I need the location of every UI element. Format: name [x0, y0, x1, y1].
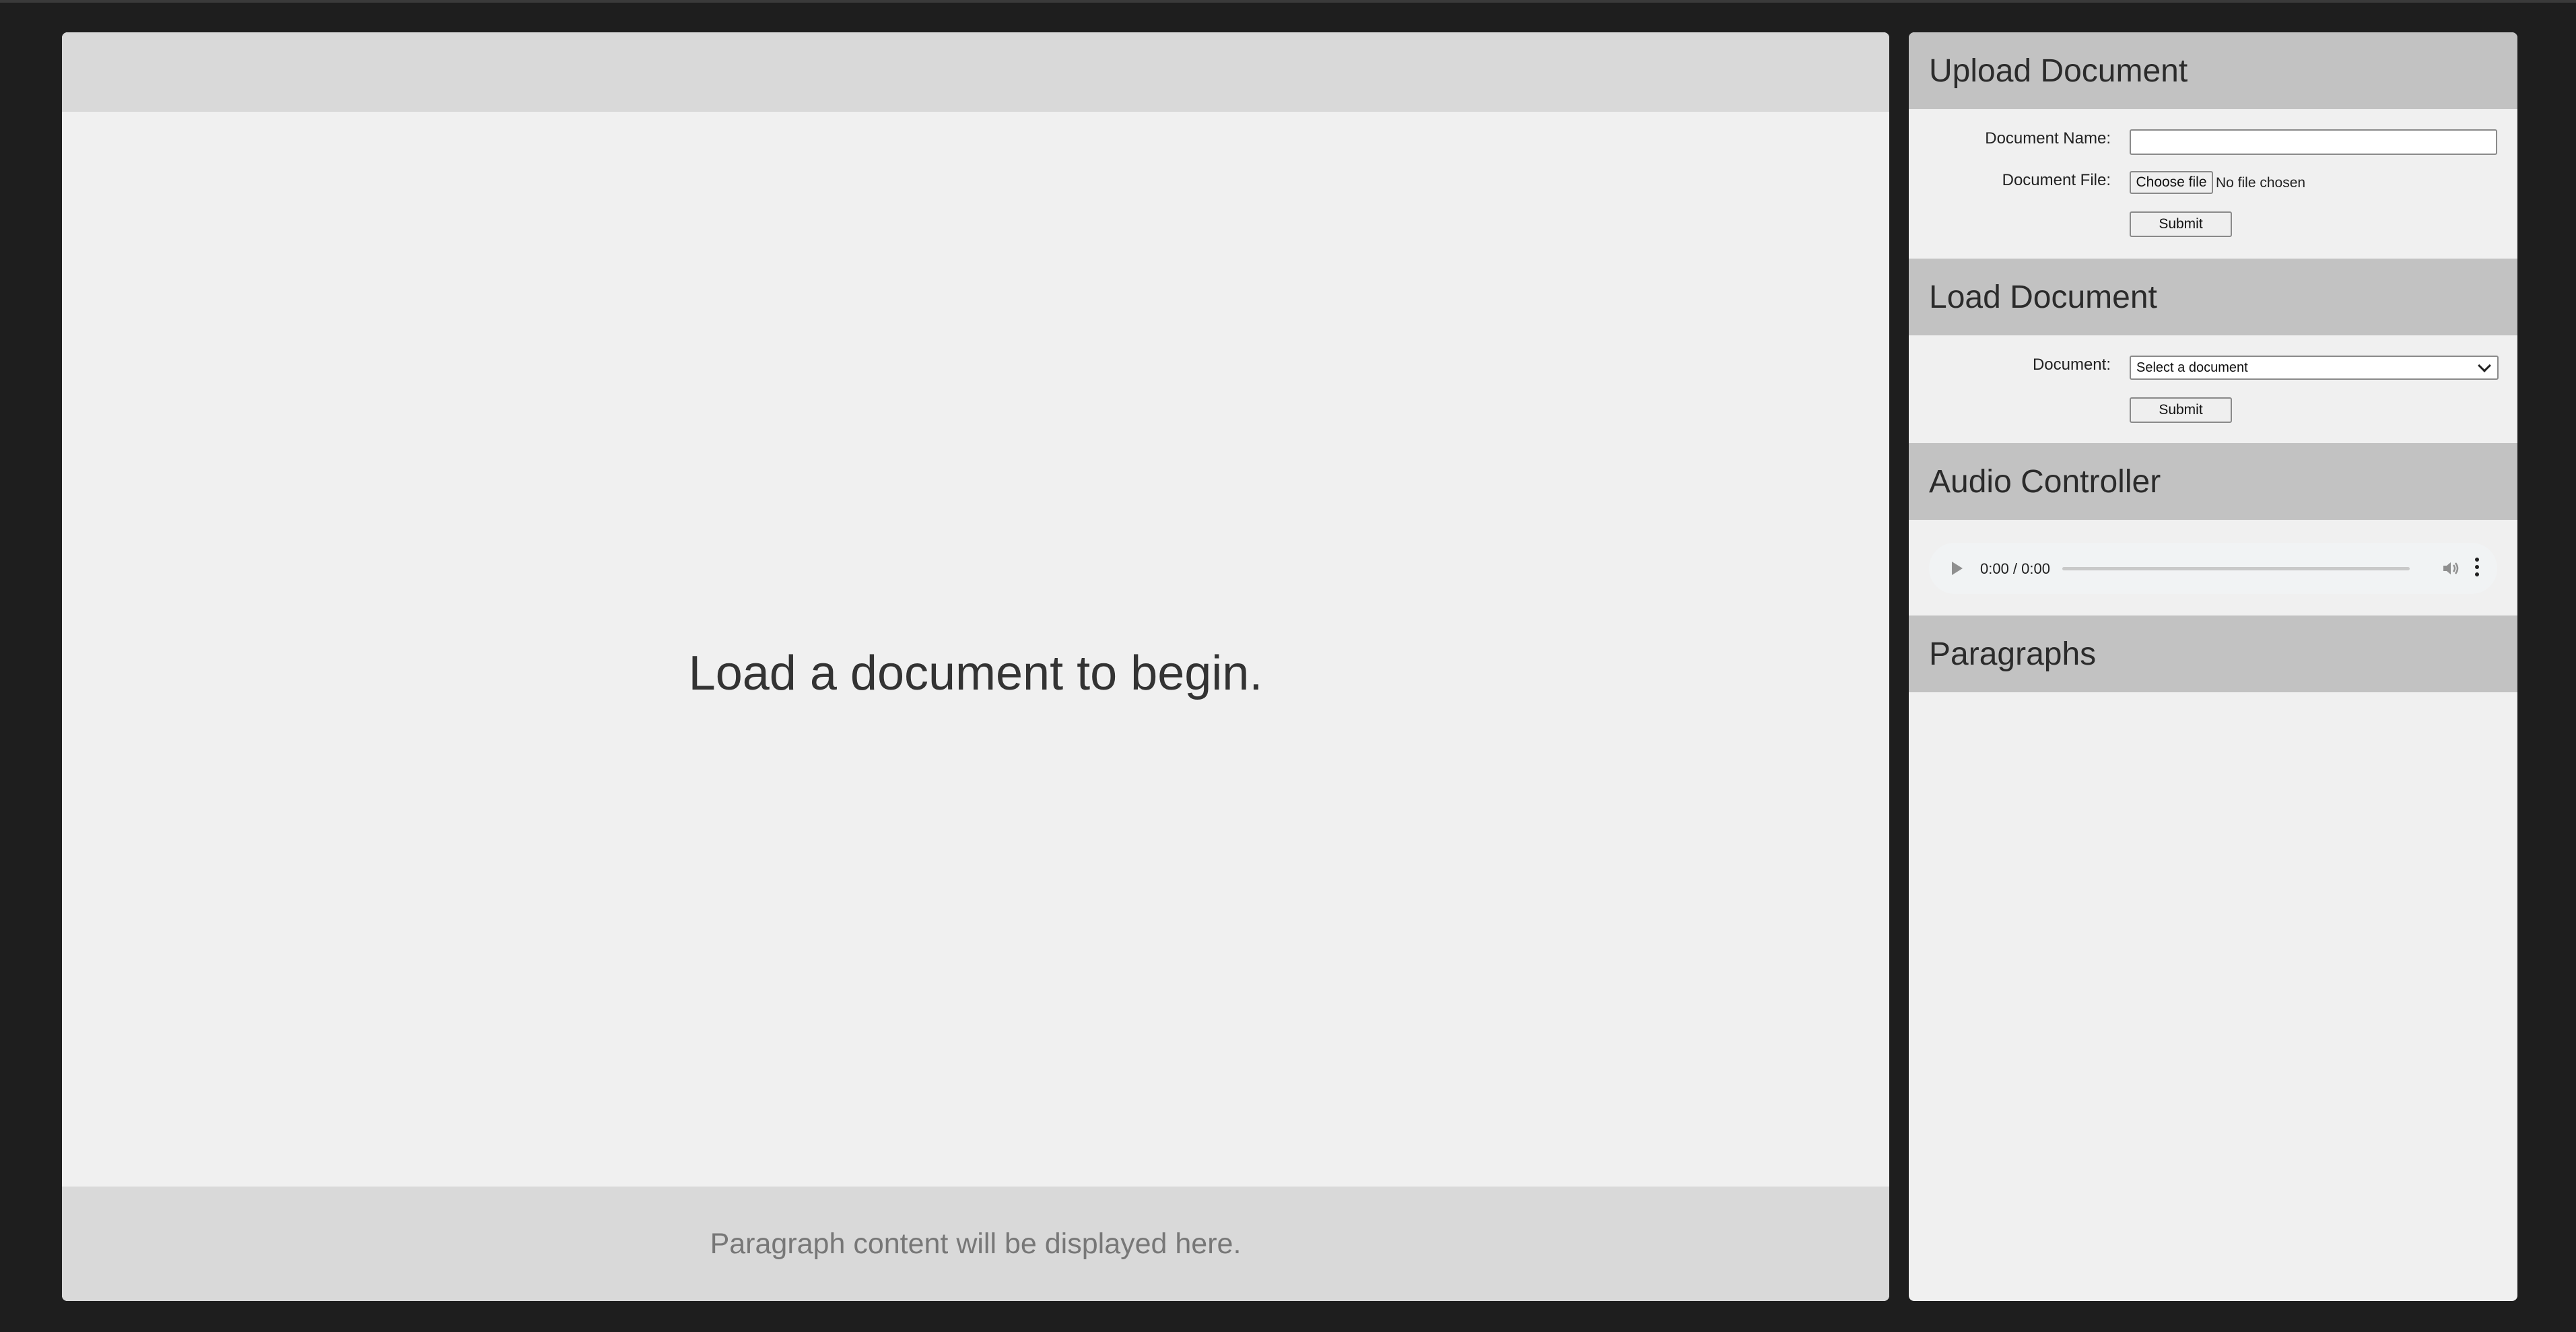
load-section-title: Load Document — [1929, 279, 2157, 315]
sidebar: Upload Document Document Name: Document … — [1909, 32, 2517, 1301]
upload-section-title: Upload Document — [1929, 53, 2188, 89]
audio-time-display: 0:00 / 0:00 — [1980, 560, 2050, 577]
document-viewer: Load a document to begin. Paragraph cont… — [62, 32, 1889, 1301]
paragraphs-section-header: Paragraphs — [1909, 615, 2517, 692]
audio-section-title: Audio Controller — [1929, 463, 2161, 500]
paragraphs-section-title: Paragraphs — [1929, 636, 2097, 672]
document-select[interactable]: Select a document — [2130, 356, 2499, 380]
document-select-label: Document: — [2032, 356, 2111, 374]
paragraphs-list — [1909, 692, 2517, 1298]
document-name-input[interactable] — [2130, 129, 2497, 155]
window-top-border — [0, 0, 2576, 3]
paragraph-content-placeholder: Paragraph content will be displayed here… — [710, 1227, 1242, 1260]
upload-section-header: Upload Document — [1909, 32, 2517, 109]
upload-submit-button[interactable]: Submit — [2130, 211, 2232, 237]
document-select-value: Select a document — [2136, 360, 2248, 375]
load-section-header: Load Document — [1909, 259, 2517, 335]
viewer-header — [62, 32, 1889, 112]
play-icon[interactable] — [1952, 562, 1963, 575]
document-name-label: Document Name: — [1985, 129, 2111, 147]
audio-player: 0:00 / 0:00 — [1929, 543, 2497, 594]
choose-file-button[interactable]: Choose file — [2130, 171, 2213, 194]
volume-icon[interactable] — [2442, 560, 2460, 576]
audio-seek-bar[interactable] — [2062, 567, 2410, 570]
viewer-placeholder-message: Load a document to begin. — [688, 646, 1263, 700]
load-submit-button[interactable]: Submit — [2130, 397, 2232, 423]
chevron-down-icon — [2478, 359, 2491, 372]
paragraph-content-footer: Paragraph content will be displayed here… — [62, 1187, 1889, 1301]
audio-section-header: Audio Controller — [1909, 443, 2517, 520]
file-status-text: No file chosen — [2216, 175, 2306, 191]
document-file-label: Document File: — [2002, 171, 2111, 189]
more-options-icon[interactable] — [2474, 558, 2480, 579]
